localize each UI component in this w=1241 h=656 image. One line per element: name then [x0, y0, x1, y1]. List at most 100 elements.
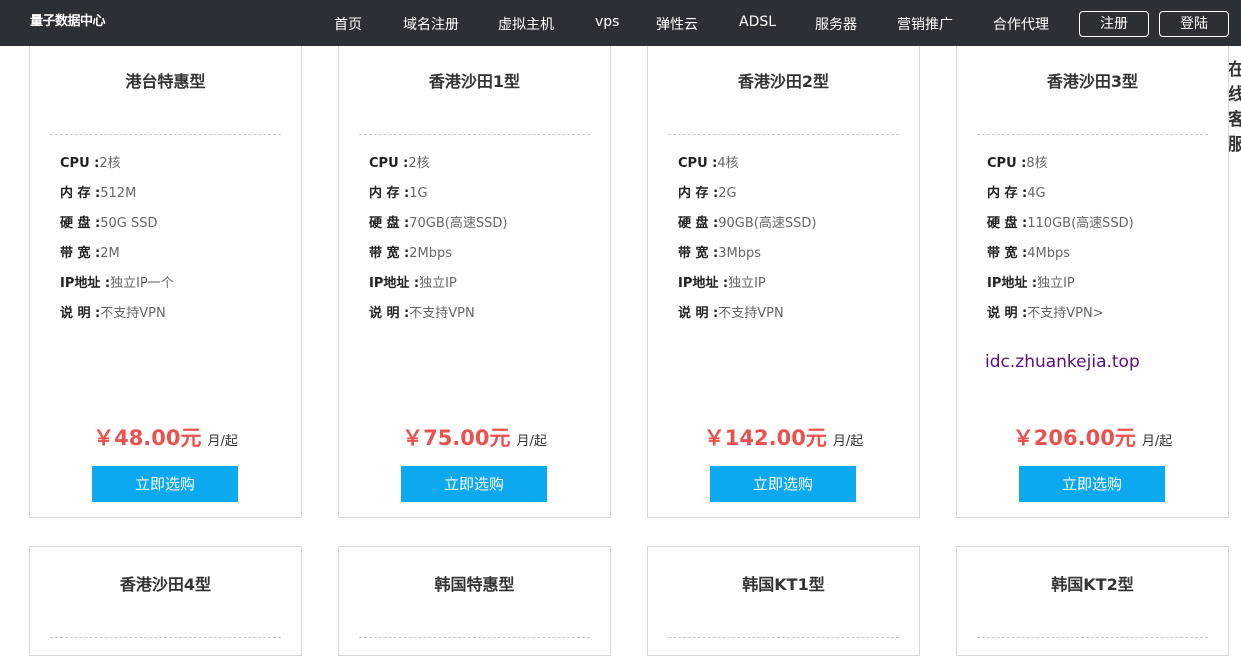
plan-card: 香港沙田2型 CPU :4核内 存 :2G 硬 盘 :90GB(高速SSD) 带 宽 … [647, 46, 920, 518]
spec-label: 带 宽 : [987, 246, 1028, 261]
card-divider [50, 637, 281, 638]
spec-label: 带 宽 : [678, 246, 719, 261]
spec-value: 独立IP [419, 276, 457, 291]
spec-cpu: CPU :2核 [369, 152, 430, 171]
plan-title: 韩国KT2型 [1051, 575, 1134, 594]
spec-value: 独立IP [728, 276, 766, 291]
spec-value: 不支持VPN [718, 306, 784, 321]
spec-value: 2核 [99, 156, 121, 171]
site-logo[interactable]: 量子数据中心 [30, 10, 106, 29]
buy-now-button[interactable]: 立即选购 [1019, 466, 1165, 502]
price-row: ￥206.00元 月/起 [957, 422, 1228, 452]
spec-value: 独立IP一个 [110, 276, 174, 291]
login-button[interactable]: 登陆 [1159, 11, 1229, 37]
nav-vps[interactable]: vps [595, 14, 619, 30]
spec-value: 8核 [1026, 156, 1048, 171]
plan-price: ￥75.00元 [402, 426, 511, 450]
spec-label: 硬 盘 : [678, 216, 719, 231]
spec-value: 1G [409, 186, 428, 201]
buy-now-button[interactable]: 立即选购 [92, 466, 238, 502]
spec-note: 说 明 :不支持VPN [369, 302, 475, 321]
spec-label: 带 宽 : [60, 246, 101, 261]
price-row: ￥142.00元 月/起 [648, 422, 919, 452]
spec-value: 2G [718, 186, 737, 201]
spec-memory: 内 存 :2G [678, 182, 737, 201]
nav-adsl[interactable]: ADSL [739, 14, 776, 30]
card-divider [359, 134, 590, 135]
plan-title: 韩国特惠型 [434, 575, 515, 594]
card-divider [359, 637, 590, 638]
buy-now-button[interactable]: 立即选购 [710, 466, 856, 502]
register-button[interactable]: 注册 [1079, 11, 1149, 37]
nav-marketing[interactable]: 营销推广 [897, 14, 953, 34]
spec-memory: 内 存 :512M [60, 182, 136, 201]
spec-ip: IP地址 :独立IP [987, 272, 1075, 291]
spec-note: 说 明 :不支持VPN [60, 302, 166, 321]
spec-bandwidth: 带 宽 :4Mbps [987, 242, 1070, 261]
spec-ip: IP地址 :独立IP [369, 272, 457, 291]
spec-label: 说 明 : [60, 306, 101, 321]
spec-label: IP地址 : [987, 276, 1038, 291]
price-unit: 月/起 [832, 434, 864, 449]
spec-value: 3Mbps [718, 246, 762, 261]
spec-label: CPU : [678, 156, 718, 171]
nav-virtual-host[interactable]: 虚拟主机 [498, 14, 554, 34]
price-row: ￥48.00元 月/起 [30, 422, 301, 452]
plan-price: ￥48.00元 [93, 426, 202, 450]
spec-memory: 内 存 :1G [369, 182, 428, 201]
plan-title: 香港沙田1型 [428, 72, 521, 91]
spec-label: CPU : [369, 156, 409, 171]
spec-value: 不支持VPN> [1027, 306, 1104, 321]
plan-price: ￥206.00元 [1012, 426, 1136, 450]
nav-elastic-cloud[interactable]: 弹性云 [656, 14, 698, 34]
spec-disk: 硬 盘 :50G SSD [60, 212, 158, 231]
plan-card: 香港沙田1型 CPU :2核内 存 :1G 硬 盘 :70GB(高速SSD) 带 宽 … [338, 46, 611, 518]
spec-value: 不支持VPN [409, 306, 475, 321]
spec-memory: 内 存 :4G [987, 182, 1046, 201]
buy-now-button[interactable]: 立即选购 [401, 466, 547, 502]
spec-value: 512M [100, 186, 137, 201]
spec-label: 硬 盘 : [369, 216, 410, 231]
price-unit: 月/起 [1141, 434, 1173, 449]
spec-bandwidth: 带 宽 :2M [60, 242, 120, 261]
online-service-tab[interactable]: 在线客服 [1228, 58, 1241, 222]
spec-label: 说 明 : [678, 306, 719, 321]
spec-label: IP地址 : [369, 276, 420, 291]
spec-label: 硬 盘 : [987, 216, 1028, 231]
plan-card: 香港沙田4型 [29, 546, 302, 656]
plan-title: 港台特惠型 [125, 72, 206, 91]
spec-label: 内 存 : [678, 186, 719, 201]
spec-label: CPU : [987, 156, 1027, 171]
spec-label: CPU : [60, 156, 100, 171]
spec-note: 说 明 :不支持VPN [678, 302, 784, 321]
price-unit: 月/起 [516, 434, 547, 449]
spec-value: 70GB(高速SSD) [409, 216, 508, 231]
nav-domain[interactable]: 域名注册 [403, 14, 459, 34]
spec-value: 4G [1027, 186, 1046, 201]
plan-title: 香港沙田4型 [119, 575, 212, 594]
card-divider [50, 134, 281, 135]
spec-value: 4核 [717, 156, 739, 171]
card-divider [977, 134, 1208, 135]
spec-disk: 硬 盘 :110GB(高速SSD) [987, 212, 1134, 231]
spec-value: 50G SSD [100, 216, 158, 231]
spec-value: 110GB(高速SSD) [1027, 216, 1134, 231]
spec-cpu: CPU :4核 [678, 152, 739, 171]
spec-value: 90GB(高速SSD) [718, 216, 817, 231]
plan-price: ￥142.00元 [703, 426, 827, 450]
spec-ip: IP地址 :独立IP一个 [60, 272, 174, 291]
plan-title: 香港沙田2型 [737, 72, 830, 91]
plan-card: 韩国KT1型 [647, 546, 920, 656]
card-divider [668, 637, 899, 638]
nav-agent[interactable]: 合作代理 [993, 14, 1049, 34]
spec-value: 不支持VPN [100, 306, 166, 321]
spec-label: 内 存 : [60, 186, 101, 201]
nav-server[interactable]: 服务器 [815, 14, 857, 34]
spec-cpu: CPU :8核 [987, 152, 1048, 171]
nav-home[interactable]: 首页 [334, 14, 362, 34]
price-unit: 月/起 [207, 434, 238, 449]
spec-label: 带 宽 : [369, 246, 410, 261]
spec-value: 独立IP [1037, 276, 1075, 291]
spec-label: 硬 盘 : [60, 216, 101, 231]
spec-bandwidth: 带 宽 :2Mbps [369, 242, 452, 261]
